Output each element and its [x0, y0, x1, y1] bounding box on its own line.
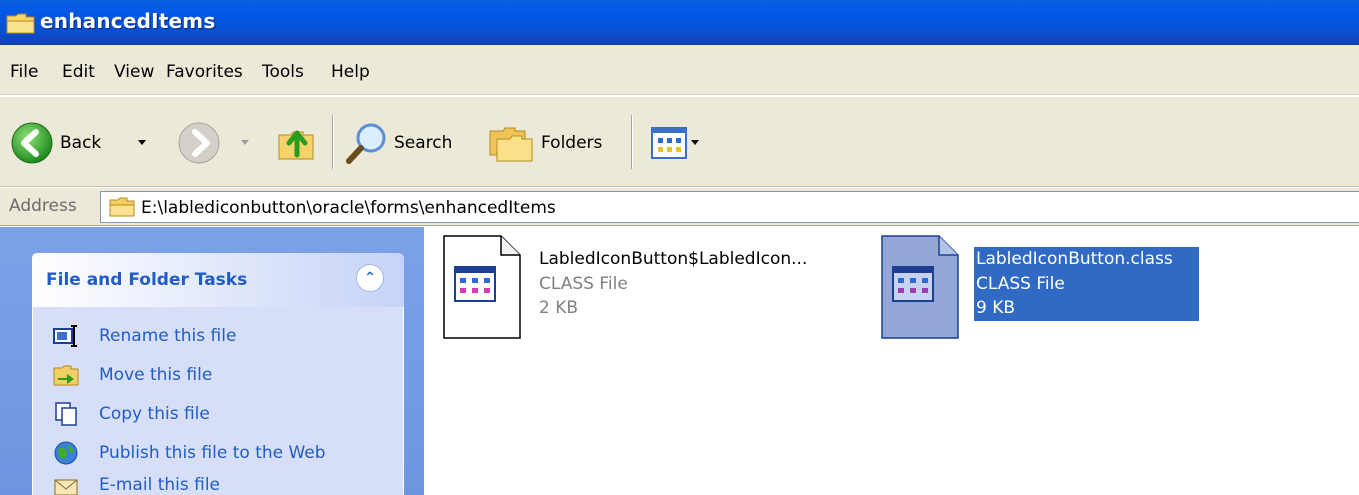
task-email-file[interactable]: E-mail this file	[53, 472, 220, 495]
views-dropdown-arrow[interactable]	[691, 140, 699, 145]
task-panel-header[interactable]: File and Folder Tasks ⌃	[32, 253, 404, 307]
rename-icon	[53, 325, 77, 347]
task-label: Move this file	[99, 365, 213, 385]
window-title: enhancedItems	[40, 9, 216, 33]
address-bar: Address E:\lablediconbutton\oracle\forms…	[0, 188, 1359, 226]
forward-arrow-icon	[178, 122, 220, 163]
file-size: 9 KB	[976, 298, 1016, 318]
copy-icon	[55, 402, 77, 426]
email-icon	[54, 479, 78, 495]
task-label: E-mail this file	[99, 475, 221, 495]
folders-label: Folders	[541, 132, 603, 153]
file-name: LabledIconButton$LabledIcon...	[539, 249, 808, 269]
search-button[interactable]: Search	[344, 97, 452, 188]
task-panel-title: File and Folder Tasks	[46, 270, 248, 290]
menu-tools[interactable]: Tools	[262, 62, 304, 82]
toolbar: Back Search Folders	[0, 96, 1359, 187]
file-folder-tasks-panel: File and Folder Tasks ⌃ Rename this file	[32, 253, 404, 495]
task-rename-file[interactable]: Rename this file	[53, 321, 236, 351]
address-label: Address	[9, 196, 77, 216]
file-size: 2 KB	[539, 298, 579, 318]
search-label: Search	[394, 132, 453, 153]
move-icon	[53, 365, 79, 386]
title-bar[interactable]: enhancedItems	[0, 0, 1359, 45]
folder-icon	[6, 13, 35, 34]
publish-icon	[54, 441, 78, 465]
menu-favorites[interactable]: Favorites	[166, 62, 243, 82]
task-copy-file[interactable]: Copy this file	[53, 399, 210, 429]
task-list: Rename this file Move this file Copy thi…	[32, 307, 404, 495]
task-label: Copy this file	[99, 404, 210, 424]
collapse-chevron-icon[interactable]: ⌃	[356, 264, 384, 292]
folders-icon	[489, 127, 533, 161]
address-input[interactable]: E:\lablediconbutton\oracle\forms\enhance…	[100, 191, 1359, 223]
back-dropdown-arrow[interactable]	[138, 140, 146, 145]
task-pane: File and Folder Tasks ⌃ Rename this file	[0, 227, 424, 495]
file-type: CLASS File	[976, 274, 1065, 294]
folders-button[interactable]: Folders	[487, 97, 602, 188]
class-file-icon	[443, 235, 521, 339]
file-view[interactable]: LabledIconButton$LabledIcon... CLASS Fil…	[424, 227, 1359, 495]
menu-view[interactable]: View	[114, 62, 154, 82]
class-file-icon	[881, 235, 959, 339]
back-arrow-icon	[11, 122, 53, 163]
views-icon	[651, 126, 687, 159]
file-item[interactable]: LabledIconButton$LabledIcon... CLASS Fil…	[443, 235, 863, 345]
task-label: Rename this file	[99, 326, 237, 346]
up-folder-icon	[278, 130, 314, 159]
back-label: Back	[60, 132, 102, 153]
up-button[interactable]	[275, 97, 319, 188]
file-item-selected[interactable]: LabledIconButton.class CLASS File 9 KB	[881, 235, 1211, 345]
forward-button[interactable]	[177, 97, 221, 188]
file-type: CLASS File	[539, 274, 628, 294]
task-publish-file[interactable]: Publish this file to the Web	[53, 438, 326, 468]
folder-icon	[109, 197, 135, 217]
file-name: LabledIconButton.class	[976, 249, 1173, 269]
address-path: E:\lablediconbutton\oracle\forms\enhance…	[141, 198, 556, 218]
forward-dropdown-arrow[interactable]	[241, 140, 249, 145]
search-icon	[346, 123, 386, 164]
menu-file[interactable]: File	[10, 62, 38, 82]
task-move-file[interactable]: Move this file	[53, 360, 212, 390]
task-label: Publish this file to the Web	[99, 443, 326, 463]
back-button[interactable]: Back	[10, 97, 101, 188]
menu-help[interactable]: Help	[331, 62, 370, 82]
menu-bar: File Edit View Favorites Tools Help	[0, 45, 1359, 95]
views-button[interactable]	[651, 97, 687, 188]
menu-edit[interactable]: Edit	[62, 62, 95, 82]
